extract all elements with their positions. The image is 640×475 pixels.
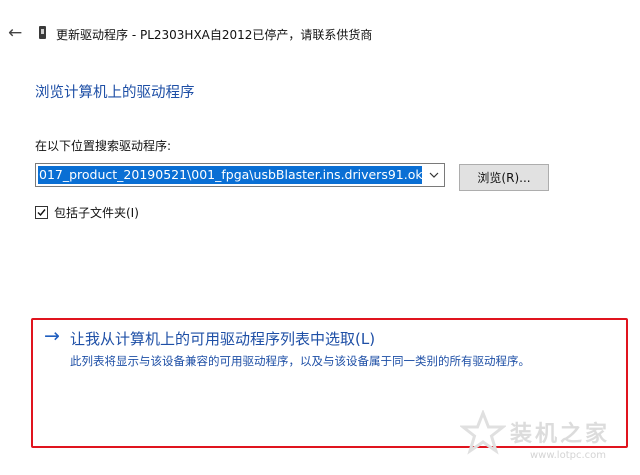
watermark-text: 装机之家 — [510, 422, 611, 447]
watermark-url: www.lotpc.com — [530, 450, 606, 461]
pick-from-list-option[interactable]: → 让我从计算机上的可用驱动程序列表中选取(L) 此列表将显示与该设备兼容的可用… — [40, 322, 582, 410]
driver-path-input[interactable]: 017_product_20190521\001_fpga\usbBlaster… — [38, 166, 422, 184]
search-location-label: 在以下位置搜索驱动程序: — [35, 139, 172, 153]
include-subfolders-checkbox[interactable] — [35, 206, 48, 219]
arrow-right-icon: → — [44, 325, 60, 347]
chevron-down-icon — [429, 172, 439, 178]
pick-from-list-description: 此列表将显示与该设备兼容的可用驱动程序，以及与该设备属于同一类别的所有驱动程序。 — [70, 354, 530, 368]
include-subfolders-row[interactable]: 包括子文件夹(I) — [35, 204, 139, 221]
star-logo-icon — [460, 410, 506, 455]
usb-device-icon — [39, 26, 46, 39]
combo-dropdown-button[interactable] — [424, 164, 444, 186]
checkmark-icon — [37, 209, 46, 217]
include-subfolders-label[interactable]: 包括子文件夹(I) — [54, 204, 139, 221]
browse-button[interactable]: 浏览(R)... — [459, 164, 549, 191]
back-arrow-icon[interactable]: ← — [8, 25, 22, 42]
watermark: 装机之家 www.lotpc.com — [460, 410, 635, 472]
window-title: 更新驱动程序 - PL2303HXA自2012已停产，请联系供货商 — [56, 28, 373, 42]
page-title: 浏览计算机上的驱动程序 — [35, 85, 195, 101]
pick-from-list-title[interactable]: 让我从计算机上的可用驱动程序列表中选取(L) — [70, 328, 375, 349]
driver-path-combobox[interactable]: 017_product_20190521\001_fpga\usbBlaster… — [35, 163, 445, 187]
